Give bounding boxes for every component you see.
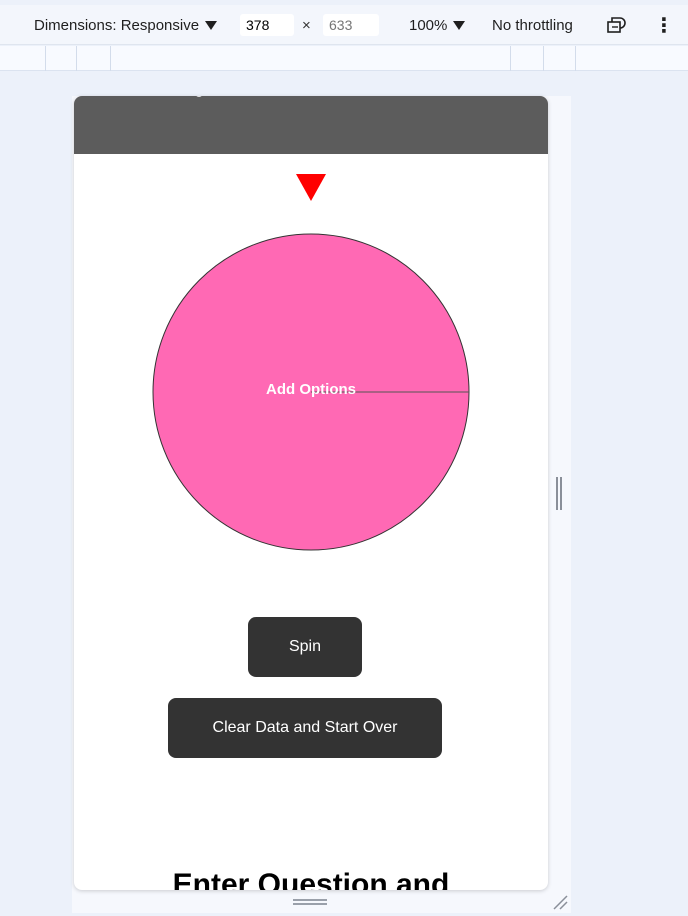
zoom-label: 100% (409, 16, 448, 34)
more-vertical-icon: ⋮ (654, 14, 674, 37)
side-resize-handle[interactable] (556, 477, 563, 510)
rotate-icon (607, 17, 626, 33)
ruler-mark (575, 46, 576, 71)
dimensions-label: Dimensions: Responsive (34, 16, 200, 34)
header-fragment (195, 96, 203, 97)
more-options-button[interactable]: ⋮ (654, 5, 674, 45)
clear-data-button[interactable]: Clear Data and Start Over (168, 698, 442, 758)
spin-button[interactable]: Spin (248, 617, 362, 677)
spin-wheel[interactable]: Add Options (152, 233, 470, 551)
ruler-mark (110, 46, 111, 71)
height-input[interactable] (323, 14, 379, 36)
ruler-mark (510, 46, 511, 71)
corner-resize-icon[interactable] (551, 893, 569, 911)
caret-down-icon (205, 20, 218, 30)
wheel-pointer-icon (296, 174, 326, 201)
handle-line (293, 903, 327, 905)
bottom-resize-handle[interactable] (293, 897, 327, 907)
caret-down-icon (453, 20, 466, 30)
media-query-ruler (0, 46, 688, 71)
ruler-mark (45, 46, 46, 71)
width-input[interactable] (240, 14, 294, 36)
app-header (74, 96, 548, 154)
corner-grip-graphic (553, 895, 568, 910)
emulated-page: Add Options Spin Clear Data and Start Ov… (74, 96, 548, 890)
dimensions-dropdown[interactable]: Dimensions: Responsive (34, 5, 218, 45)
device-toolbar: Dimensions: Responsive × 100% No throttl… (0, 5, 688, 45)
section-heading: Enter Question and (172, 868, 450, 890)
times-symbol: × (302, 16, 311, 34)
ruler-mark (76, 46, 77, 71)
rotate-button[interactable] (606, 5, 628, 45)
handle-line (293, 899, 327, 901)
zoom-dropdown[interactable]: 100% (409, 5, 466, 45)
throttling-dropdown[interactable]: No throttling (492, 5, 588, 45)
handle-line (560, 477, 562, 510)
handle-line (556, 477, 558, 510)
ruler-mark (543, 46, 544, 71)
throttling-label: No throttling (492, 16, 573, 34)
wheel-label: Add Options (266, 381, 356, 398)
